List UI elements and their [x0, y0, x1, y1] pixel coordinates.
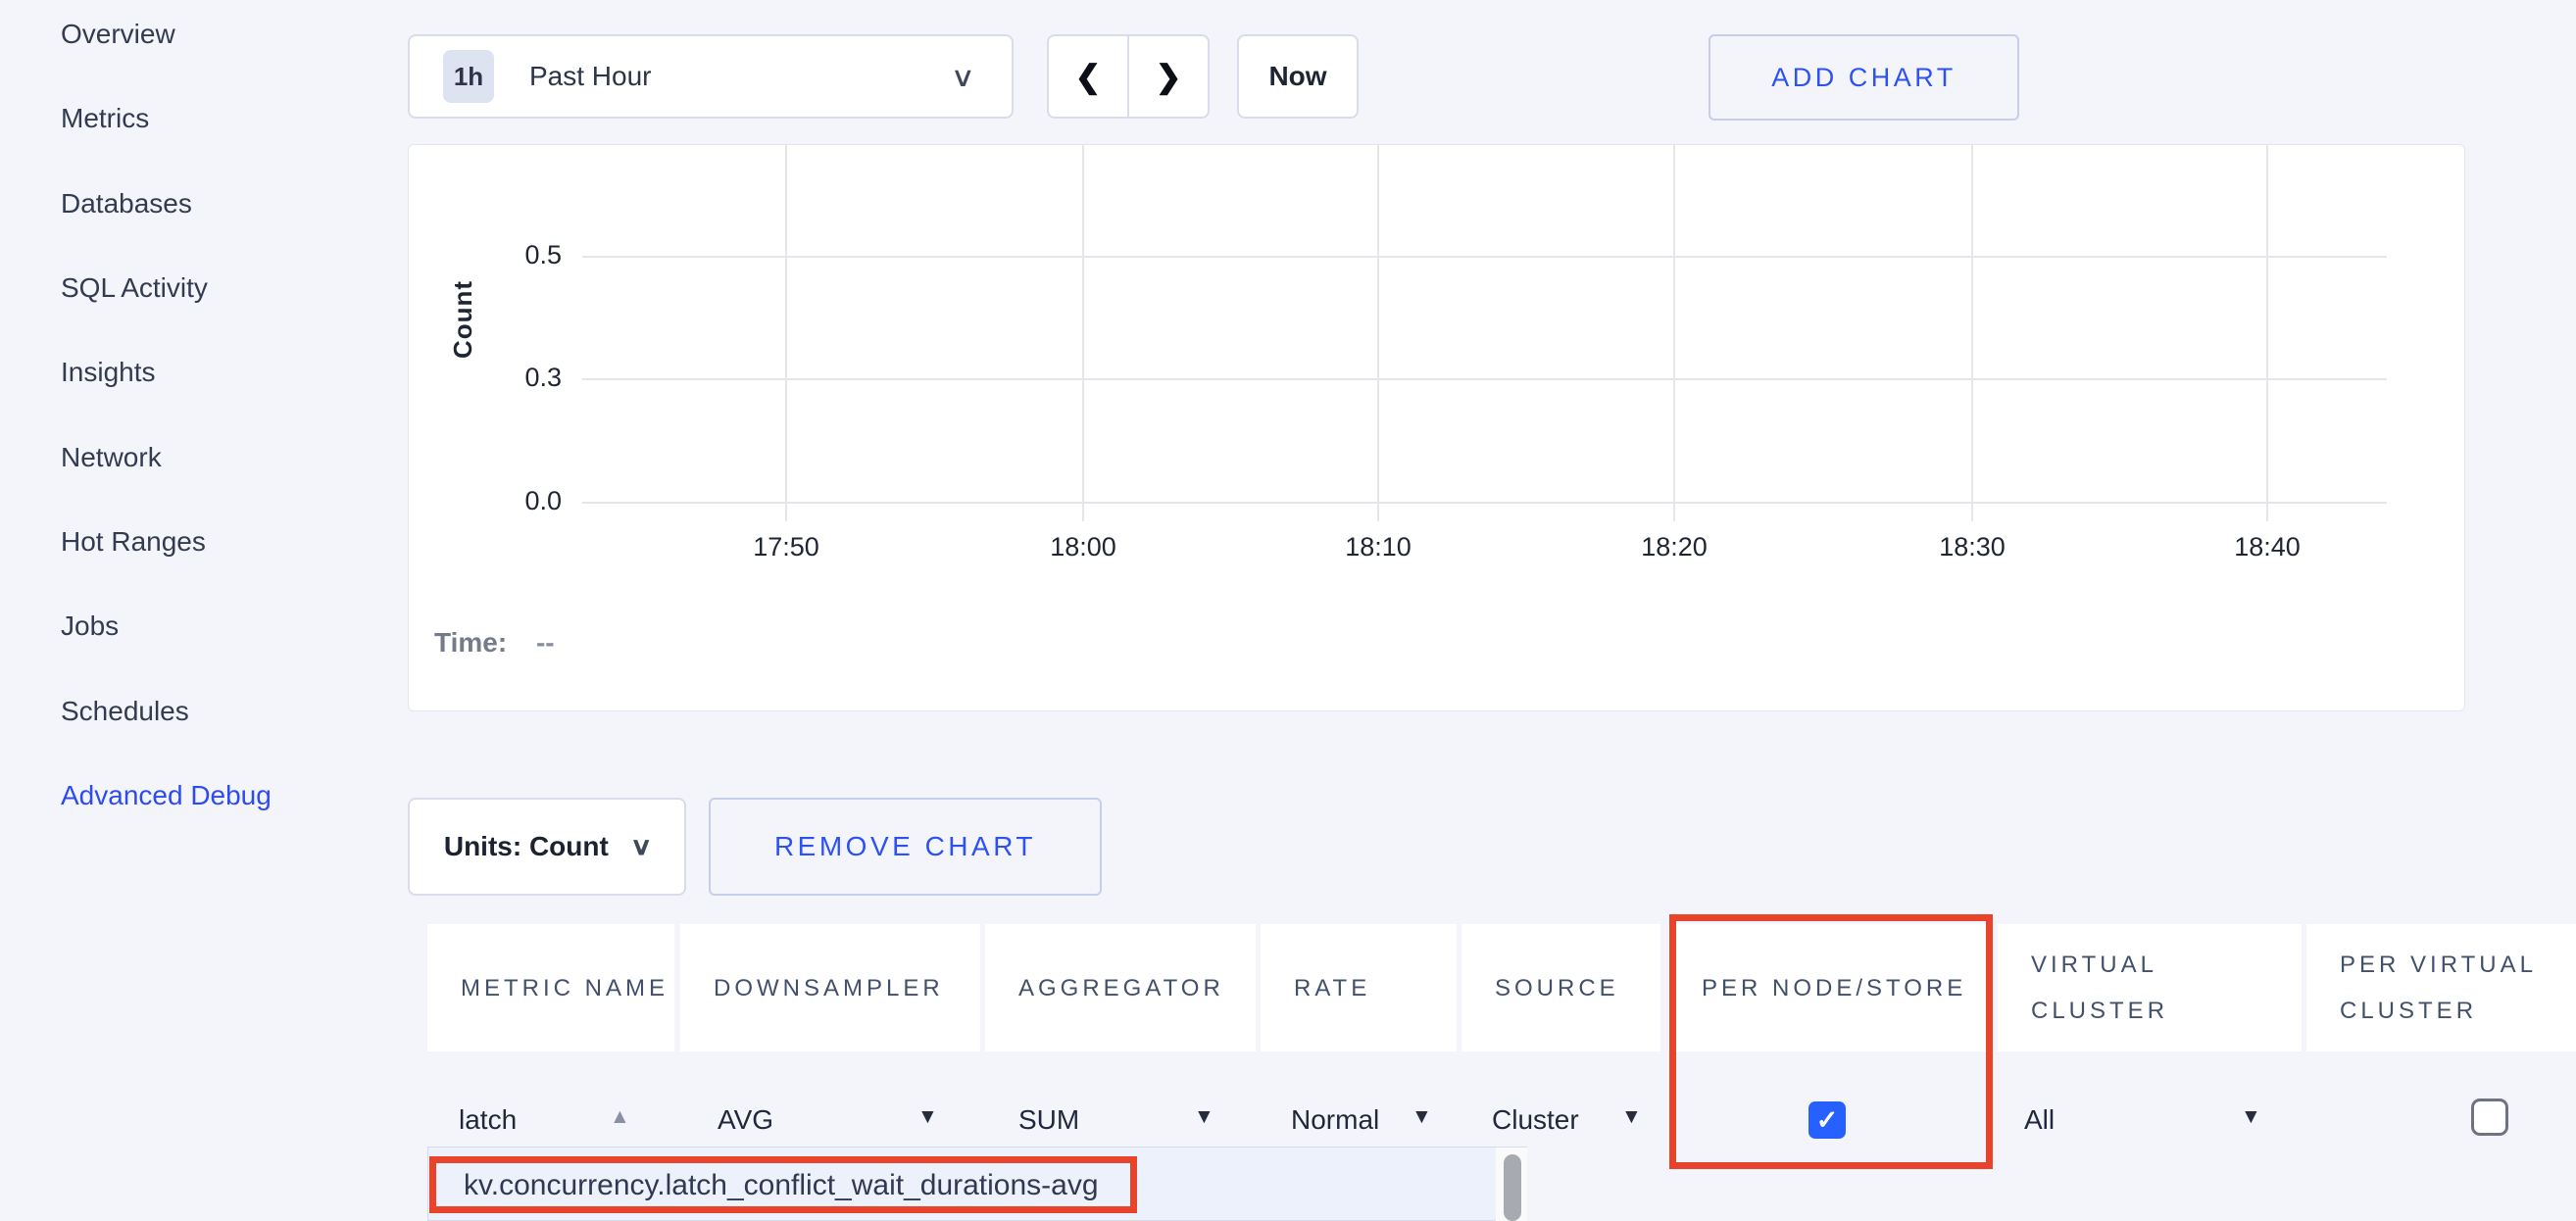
gridline-horizontal	[582, 378, 2387, 380]
source-select[interactable]: Cluster	[1492, 1099, 1579, 1141]
x-tick-1750: 17:50	[718, 532, 855, 562]
time-readout-label: Time:	[434, 627, 507, 658]
metric-name-input[interactable]: latch	[459, 1099, 517, 1141]
caret-down-icon[interactable]: ▼	[2241, 1105, 2261, 1129]
gridline-horizontal	[582, 256, 2387, 258]
column-header-downsampler: DOWNSAMPLER	[680, 924, 980, 1051]
time-range-badge: 1h	[443, 50, 494, 103]
sidebar-item-overview[interactable]: Overview	[61, 0, 355, 76]
column-header-virtual-cluster: VIRTUAL CLUSTER	[1998, 924, 2302, 1051]
aggregator-select[interactable]: SUM	[1018, 1099, 1079, 1141]
x-tick-1810: 18:10	[1310, 532, 1447, 562]
virtual-cluster-select[interactable]: All	[2024, 1099, 2055, 1141]
chevron-left-icon: ❮	[1075, 58, 1102, 95]
sidebar-item-metrics[interactable]: Metrics	[61, 76, 355, 161]
time-readout-value: --	[536, 627, 555, 658]
gridline-vertical	[2266, 145, 2268, 521]
column-header-aggregator: AGGREGATOR	[985, 924, 1256, 1051]
chevron-down-icon: ∨	[950, 61, 975, 93]
x-tick-1830: 18:30	[1904, 532, 2041, 562]
dropdown-scrollbar-thumb[interactable]	[1504, 1154, 1521, 1221]
now-button[interactable]: Now	[1237, 34, 1359, 119]
gridline-vertical	[1082, 145, 1084, 521]
annotation-box-suggestion	[429, 1156, 1137, 1213]
chevron-down-icon: ∨	[630, 832, 653, 861]
x-tick-1800: 18:00	[1015, 532, 1152, 562]
gridline-vertical	[1377, 145, 1379, 521]
y-tick-0.0: 0.0	[454, 486, 562, 516]
units-select[interactable]: Units: Count ∨	[408, 798, 686, 896]
units-select-label: Units: Count	[444, 831, 609, 862]
caret-down-icon[interactable]: ▼	[1412, 1105, 1432, 1129]
caret-up-icon[interactable]: ▲	[610, 1105, 630, 1129]
gridline-vertical	[785, 145, 787, 521]
sidebar-item-databases[interactable]: Databases	[61, 162, 355, 246]
y-tick-0.5: 0.5	[454, 240, 562, 270]
gridline-vertical	[1971, 145, 1973, 521]
column-header-per-virtual-cluster: PER VIRTUAL CLUSTER	[2306, 924, 2576, 1051]
gridline-horizontal	[582, 502, 2387, 504]
caret-down-icon[interactable]: ▼	[1194, 1105, 1214, 1129]
annotation-box-per-node-store	[1669, 914, 1993, 1169]
time-forward-button[interactable]: ❯	[1127, 34, 1210, 119]
remove-chart-button[interactable]: REMOVE CHART	[709, 798, 1102, 896]
sidebar-item-schedules[interactable]: Schedules	[61, 668, 355, 753]
gridline-vertical	[1673, 145, 1675, 521]
custom-chart-debug-page: Overview Metrics Databases SQL Activity …	[0, 0, 2576, 1221]
rate-select[interactable]: Normal	[1291, 1099, 1379, 1141]
chevron-right-icon: ❯	[1156, 58, 1182, 95]
add-chart-button[interactable]: ADD CHART	[1709, 34, 2019, 121]
y-axis-label: Count	[448, 280, 478, 359]
x-tick-1840: 18:40	[2199, 532, 2336, 562]
time-back-button[interactable]: ❮	[1047, 34, 1129, 119]
x-tick-1820: 18:20	[1606, 532, 1743, 562]
caret-down-icon[interactable]: ▼	[917, 1105, 938, 1129]
sidebar-item-advanced-debug[interactable]: Advanced Debug	[61, 754, 355, 838]
sidebar-item-network[interactable]: Network	[61, 415, 355, 499]
column-header-source: SOURCE	[1461, 924, 1660, 1051]
hover-time-readout: Time: --	[434, 627, 555, 659]
time-range-label: Past Hour	[529, 61, 652, 92]
y-tick-0.3: 0.3	[454, 363, 562, 393]
sidebar-item-jobs[interactable]: Jobs	[61, 584, 355, 668]
caret-down-icon[interactable]: ▼	[1621, 1105, 1642, 1129]
column-header-rate: RATE	[1261, 924, 1457, 1051]
sidebar-nav: Overview Metrics Databases SQL Activity …	[61, 0, 355, 838]
column-header-metric-name: METRIC NAME	[427, 924, 674, 1051]
time-step-buttons: ❮ ❯	[1047, 34, 1210, 119]
sidebar-item-hot-ranges[interactable]: Hot Ranges	[61, 500, 355, 584]
per-virtual-cluster-checkbox[interactable]	[2471, 1099, 2508, 1136]
time-range-select[interactable]: 1h Past Hour ∨	[408, 34, 1014, 119]
downsampler-select[interactable]: AVG	[718, 1099, 773, 1141]
sidebar-item-sql-activity[interactable]: SQL Activity	[61, 246, 355, 330]
chart-panel: Count 0.5 0.3 0.0 17:50 18:00 18:10 18:2…	[408, 144, 2465, 711]
sidebar-item-insights[interactable]: Insights	[61, 330, 355, 415]
